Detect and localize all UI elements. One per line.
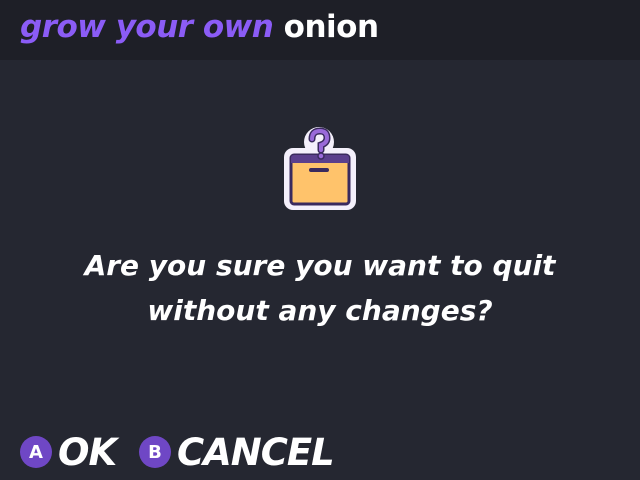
app-title-main: onion <box>283 9 379 45</box>
app-title-accent: grow your own <box>20 9 274 45</box>
question-box-icon <box>281 125 359 213</box>
confirm-message: Are you sure you want to quit without an… <box>0 243 640 333</box>
b-key-icon: B <box>139 436 171 468</box>
confirm-message-line-2: without any changes? <box>147 294 493 327</box>
ok-button[interactable]: A OK <box>20 430 117 474</box>
confirm-message-line-1: Are you sure you want to quit <box>84 249 556 282</box>
cancel-label: CANCEL <box>177 430 335 474</box>
app-title: grow your own onion <box>20 9 379 45</box>
title-bar: grow your own onion <box>0 0 640 60</box>
a-key-icon: A <box>20 436 52 468</box>
cancel-button[interactable]: B CANCEL <box>139 430 335 474</box>
ok-label: OK <box>58 430 117 474</box>
